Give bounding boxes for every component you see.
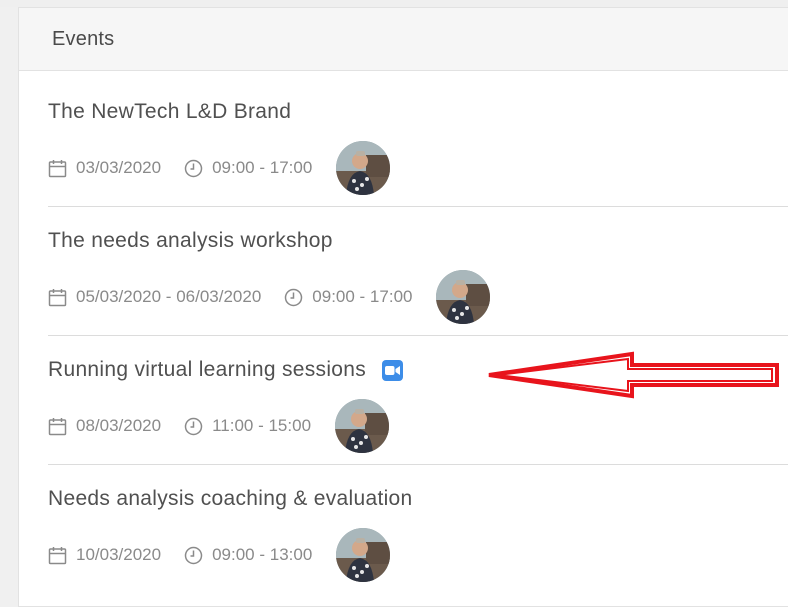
event-title[interactable]: The NewTech L&D Brand: [48, 100, 291, 124]
event-item[interactable]: Needs analysis coaching & evaluation 10/…: [48, 465, 788, 594]
clock-icon: [184, 159, 203, 177]
clock-icon: [184, 417, 203, 435]
event-time: 09:00 - 13:00: [184, 545, 312, 565]
event-meta: 05/03/2020 - 06/03/2020 09:00 - 17:00: [48, 267, 491, 327]
event-date: 03/03/2020: [48, 158, 161, 178]
event-item[interactable]: The NewTech L&D Brand 03/03/2020 09:00 -…: [48, 78, 788, 207]
event-item[interactable]: The needs analysis workshop 05/03/2020 -…: [48, 207, 788, 336]
clock-icon: [184, 546, 203, 564]
event-title[interactable]: Needs analysis coaching & evaluation: [48, 487, 413, 511]
calendar-icon: [48, 159, 67, 177]
calendar-icon: [48, 288, 67, 306]
event-title-link[interactable]: Needs analysis coaching & evaluation: [48, 487, 413, 511]
calendar-icon: [48, 417, 67, 435]
event-time: 09:00 - 17:00: [184, 158, 312, 178]
trainer-avatar[interactable]: [336, 141, 391, 195]
event-time-text: 09:00 - 13:00: [212, 545, 313, 564]
event-date-text: 08/03/2020: [76, 416, 162, 435]
trainer-avatar[interactable]: [336, 528, 391, 582]
event-date: 05/03/2020 - 06/03/2020: [48, 287, 261, 307]
event-time: 11:00 - 15:00: [184, 416, 311, 436]
clock-icon: [285, 288, 303, 306]
panel-title: Events: [52, 27, 115, 50]
page-background-strip: [0, 0, 788, 7]
event-title-link[interactable]: The NewTech L&D Brand: [48, 100, 291, 124]
trainer-avatar[interactable]: [335, 399, 390, 453]
red-arrow-annotation: [488, 351, 779, 399]
video-camera-icon: [382, 359, 404, 381]
event-title-link[interactable]: The needs analysis workshop: [48, 229, 333, 253]
event-time-text: 09:00 - 17:00: [312, 287, 413, 306]
event-time: 09:00 - 17:00: [284, 287, 412, 307]
event-title[interactable]: The needs analysis workshop: [48, 229, 333, 253]
calendar-icon: [48, 546, 67, 564]
event-date: 10/03/2020: [48, 545, 161, 565]
event-title[interactable]: Running virtual learning sessions: [48, 358, 366, 382]
event-title-link[interactable]: Running virtual learning sessions: [48, 358, 404, 382]
event-date-text: 03/03/2020: [76, 158, 162, 177]
event-time-text: 11:00 - 15:00: [212, 416, 312, 435]
event-meta: 10/03/2020 09:00 - 13:00: [48, 525, 391, 585]
event-meta: 08/03/2020 11:00 - 15:00: [48, 396, 390, 456]
trainer-avatar[interactable]: [436, 270, 491, 324]
event-time-text: 09:00 - 17:00: [212, 158, 313, 177]
event-meta: 03/03/2020 09:00 - 17:00: [48, 138, 391, 198]
events-panel-header: Events: [19, 8, 788, 71]
event-date-text: 05/03/2020 - 06/03/2020: [76, 287, 262, 306]
event-date-text: 10/03/2020: [76, 545, 162, 564]
events-panel: Events The NewTech L&D Brand 03/03/2020 …: [18, 7, 788, 607]
event-date: 08/03/2020: [48, 416, 161, 436]
